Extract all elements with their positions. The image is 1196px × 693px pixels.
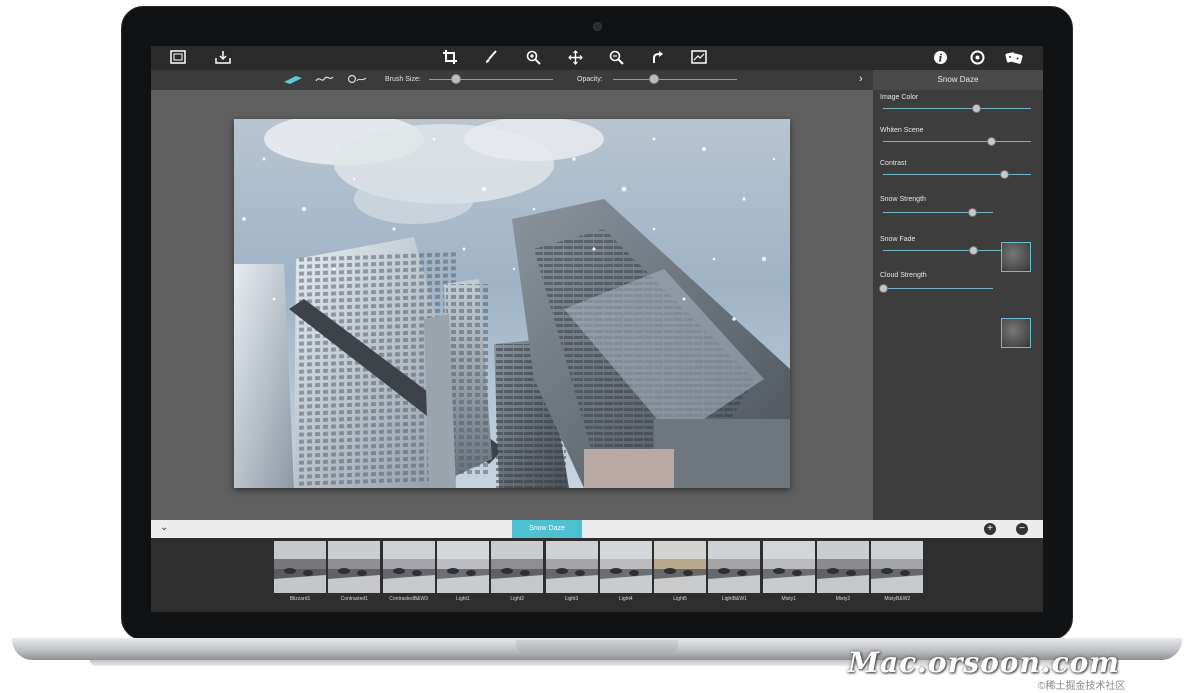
preset-filmstrip: Blizzard1 Contrasted1 ContrastedB&W3 Light1… (151, 538, 1043, 612)
slider-label-contrast: Contrast (880, 160, 907, 167)
slider-track-whiten-scene[interactable] (883, 141, 1031, 142)
panel-title: Snow Daze (873, 70, 1043, 90)
preset-preview-image (274, 541, 326, 593)
preset-label: ContrastedB&W3 (389, 596, 428, 602)
brush-size-slider-knob[interactable] (451, 74, 462, 84)
preset-preview-image (436, 541, 489, 593)
preset-label: Light3 (564, 596, 579, 602)
zoom-in-icon[interactable] (522, 49, 544, 67)
preset-thumbnail[interactable]: Light1 (436, 541, 489, 602)
preset-thumbnail[interactable]: Light5 (654, 541, 707, 602)
brush-size-slider-track[interactable] (429, 79, 553, 80)
preset-thumbnail[interactable]: Misty2 (817, 541, 869, 602)
preset-preview-image (382, 541, 435, 593)
opacity-slider-knob[interactable] (648, 74, 659, 84)
preset-thumbnail[interactable]: Light2 (491, 541, 544, 602)
slider-label-snow-fade: Snow Fade (880, 236, 916, 243)
camera-dot (593, 22, 602, 31)
preset-category-tab[interactable]: Snow Daze (512, 520, 582, 538)
app-window: i Brush Size: Opacity: › Snow Daze Image… (151, 46, 1043, 612)
preset-thumbnail[interactable]: Light3 (545, 541, 598, 602)
preset-label: LightB&W1 (721, 596, 747, 602)
slider-knob-image-color[interactable] (972, 104, 982, 113)
preset-preview-image (545, 541, 598, 593)
random-icon[interactable] (1003, 49, 1025, 67)
slider-knob-whiten-scene[interactable] (987, 137, 997, 146)
preset-thumbnail[interactable]: Blizzard1 (274, 541, 326, 602)
slider-track-cloud-strength[interactable] (883, 288, 993, 289)
preset-label: Light4 (618, 596, 633, 602)
svg-text:i: i (938, 54, 942, 65)
gallery-icon[interactable] (167, 49, 189, 67)
slider-knob-contrast[interactable] (1000, 170, 1010, 179)
move-icon[interactable] (564, 49, 586, 67)
redo-icon[interactable] (647, 49, 669, 67)
preset-preview-image (817, 541, 869, 593)
preset-thumbnail[interactable]: Misty1 (762, 541, 815, 602)
preset-thumbnail[interactable]: ContrastedB&W3 (382, 541, 435, 602)
preset-preview-image (654, 541, 707, 593)
preset-label: MistyB&W2 (884, 596, 911, 602)
chevron-right-icon[interactable]: › (859, 72, 863, 86)
slider-label-cloud-strength: Cloud Strength (880, 272, 927, 279)
preset-preview-image (762, 541, 815, 593)
zoom-out-icon[interactable] (605, 49, 627, 67)
settings-icon[interactable] (966, 49, 988, 67)
remove-preset-button[interactable]: − (1016, 523, 1028, 535)
info-icon[interactable]: i (929, 49, 951, 67)
cloud-texture-thumbnail[interactable] (1001, 318, 1031, 348)
opacity-label: Opacity: (577, 76, 603, 83)
brush-reset-icon[interactable] (346, 73, 368, 87)
brush-toolbar: Brush Size: Opacity: (151, 70, 873, 90)
preset-preview-image (599, 541, 652, 593)
import-icon[interactable] (212, 49, 234, 67)
slider-knob-snow-strength[interactable] (968, 208, 978, 217)
preset-label: Contrasted1 (340, 596, 368, 602)
slider-label-whiten-scene: Whiten Scene (880, 127, 924, 134)
watermark-text: Mac.orsoon.com (848, 646, 1120, 679)
brush-icon[interactable] (480, 49, 502, 67)
brush-snow-icon[interactable] (282, 73, 304, 87)
slider-knob-snow-fade[interactable] (969, 246, 979, 255)
preset-label: Blizzard1 (289, 596, 311, 602)
preset-thumbnail[interactable]: Light4 (599, 541, 652, 602)
preset-bar: ⌄ Snow Daze + − (151, 520, 1043, 538)
preset-thumbnail[interactable]: LightB&W1 (708, 541, 761, 602)
brush-erase-icon[interactable] (313, 73, 335, 87)
chevron-down-icon[interactable]: ⌄ (160, 522, 168, 533)
preset-preview-image (491, 541, 544, 593)
slider-label-image-color: Image Color (880, 94, 919, 101)
watermark-subtext: ©稀土掘金技术社区 (1038, 681, 1126, 692)
slider-label-snow-strength: Snow Strength (880, 196, 926, 203)
preset-label: Light5 (673, 596, 687, 602)
opacity-slider-track[interactable] (613, 79, 737, 80)
crop-icon[interactable] (439, 49, 461, 67)
preset-thumbnail[interactable]: MistyB&W2 (871, 541, 924, 602)
add-preset-button[interactable]: + (984, 523, 996, 535)
preset-preview-image (871, 541, 924, 593)
preset-label: Light1 (456, 596, 470, 602)
preset-label: Misty2 (835, 596, 851, 602)
adjustments-panel: Snow Daze Image Color Whiten Scene Contras… (873, 70, 1043, 520)
snow-texture-thumbnail[interactable] (1001, 242, 1031, 272)
preset-label: Misty1 (781, 596, 796, 602)
preset-label: Light2 (510, 596, 524, 602)
slider-knob-cloud-strength[interactable] (879, 284, 888, 293)
compare-icon[interactable] (688, 49, 710, 67)
preset-preview-image (708, 541, 761, 593)
preset-preview-image (328, 541, 381, 593)
preset-thumbnail[interactable]: Contrasted1 (328, 541, 381, 602)
brush-size-label: Brush Size: (385, 76, 421, 83)
laptop-notch (516, 640, 678, 654)
photo-canvas[interactable] (234, 119, 790, 488)
slider-track-image-color[interactable] (883, 108, 1031, 109)
main-toolbar: i (151, 46, 1043, 70)
